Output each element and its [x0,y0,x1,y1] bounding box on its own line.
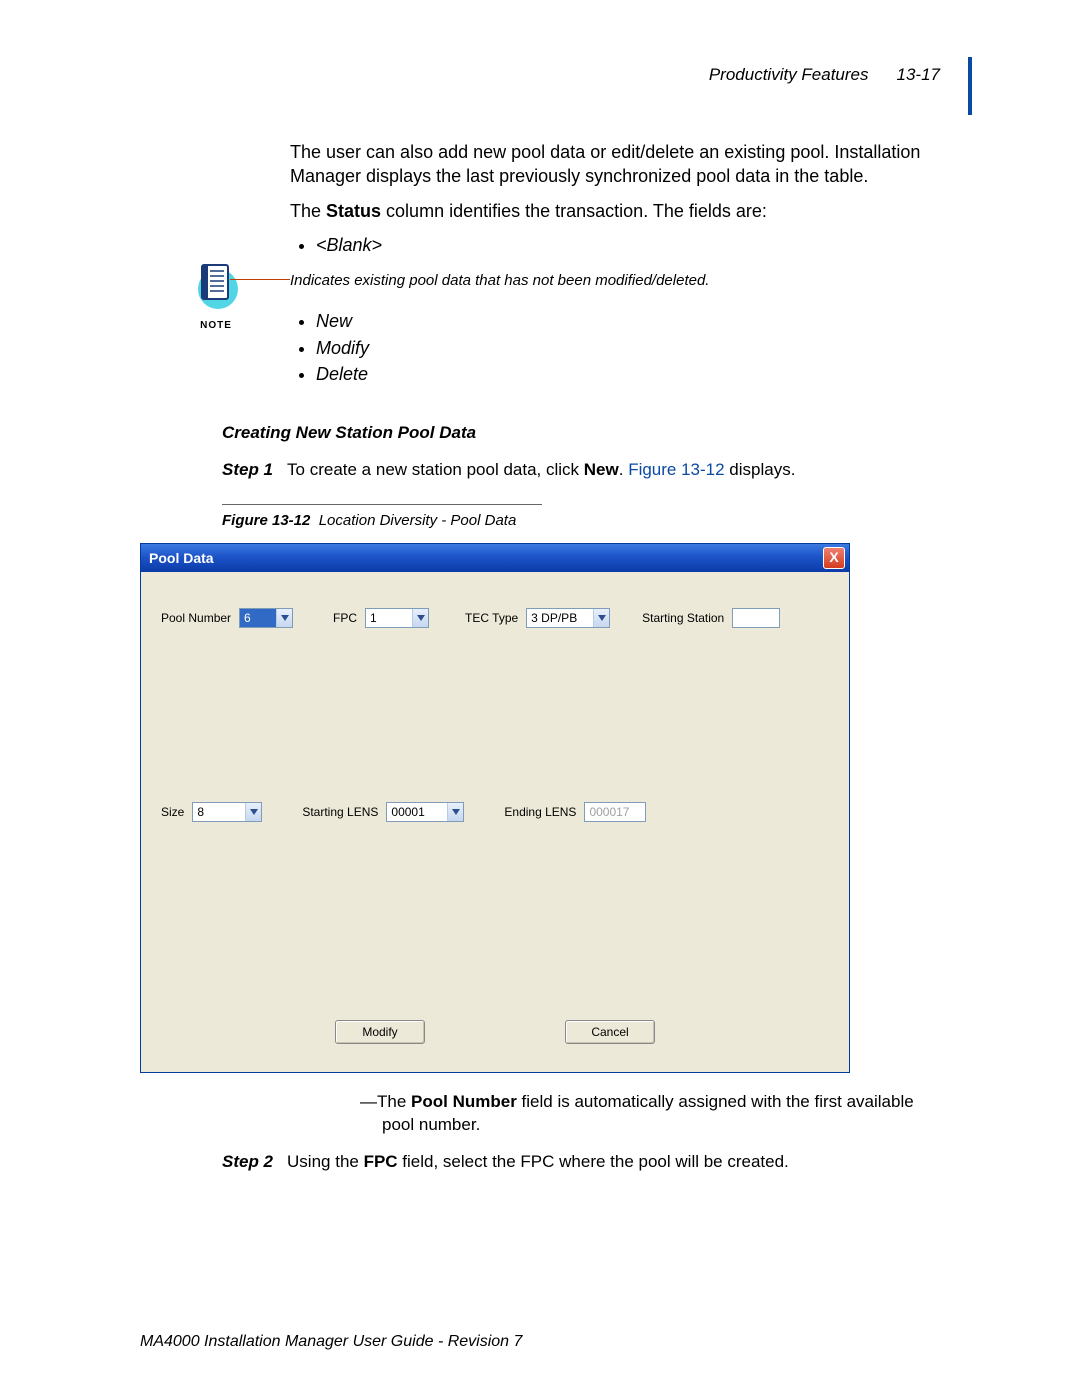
ending-lens-label: Ending LENS [504,804,576,820]
fpc-combo[interactable]: 1 [365,608,429,628]
pool-number-value: 6 [240,609,276,627]
tec-type-value: 3 DP/PB [527,609,593,627]
header-page-number: 13-17 [897,65,940,85]
size-label: Size [161,804,184,820]
ending-lens-value: 000017 [589,805,629,819]
tec-type-label: TEC Type [465,610,518,626]
header-section: Productivity Features [709,65,869,85]
starting-lens-label: Starting LENS [302,804,378,820]
modify-button[interactable]: Modify [335,1020,425,1044]
fpc-label: FPC [333,610,357,626]
starting-station-input[interactable] [732,608,780,628]
step-2-label: Step 2 [222,1151,273,1174]
bullet-modify: Modify [316,336,930,360]
bullet-new: New [316,309,930,333]
notepad-icon [192,259,240,311]
note-block: NOTE Indicates existing pool data that h… [290,271,930,291]
header-accent-rule [968,57,972,115]
size-value: 8 [193,803,245,821]
note-rule [230,279,290,280]
status-bullets-rest: New Modify Delete [316,309,930,386]
bullet-blank: <Blank> [316,233,930,257]
starting-station-label: Starting Station [642,610,724,626]
ending-lens-input: 000017 [584,802,646,822]
chevron-down-icon[interactable] [593,609,609,627]
tec-type-combo[interactable]: 3 DP/PB [526,608,610,628]
figure-caption: Figure 13-12 Location Diversity - Pool D… [222,511,930,531]
intro-paragraph-2: The Status column identifies the transac… [290,199,930,223]
close-icon: X [829,549,838,565]
cancel-button[interactable]: Cancel [565,1020,655,1044]
figure-rule [222,504,542,505]
chevron-down-icon[interactable] [412,609,428,627]
note-text: Indicates existing pool data that has no… [290,271,930,291]
step-2-body: Using the FPC field, select the FPC wher… [287,1151,930,1174]
bullet-delete: Delete [316,362,930,386]
note-icon: NOTE [166,259,266,333]
page-header: Productivity Features 13-17 [709,65,940,85]
section-heading: Creating New Station Pool Data [222,422,930,445]
status-bullets-top: <Blank> [316,233,930,257]
dialog-title: Pool Data [149,549,214,568]
step-2: Step 2 Using the FPC field, select the F… [222,1151,930,1174]
step-1-body: To create a new station pool data, click… [287,459,930,482]
starting-lens-combo[interactable]: 00001 [386,802,464,822]
note-label: NOTE [166,319,266,333]
pool-number-label: Pool Number [161,610,231,626]
page-footer: MA4000 Installation Manager User Guide -… [140,1333,522,1351]
fpc-value: 1 [366,609,412,627]
dialog-body: Pool Number 6 FPC 1 TEC Type [141,572,849,1072]
pool-number-note: —The Pool Number field is automatically … [382,1091,930,1137]
size-combo[interactable]: 8 [192,802,262,822]
step-1: Step 1 To create a new station pool data… [222,459,930,482]
pool-data-dialog: Pool Data X Pool Number 6 FPC [140,543,850,1073]
figure-title: Location Diversity - Pool Data [319,512,517,529]
starting-lens-value: 00001 [387,803,447,821]
figure-number: Figure 13-12 [222,512,310,529]
intro-paragraph-1: The user can also add new pool data or e… [290,140,930,189]
step-1-label: Step 1 [222,459,273,482]
close-button[interactable]: X [823,547,845,569]
pool-number-combo[interactable]: 6 [239,608,293,628]
figure-link[interactable]: Figure 13-12 [628,460,724,479]
dialog-titlebar: Pool Data X [141,544,849,572]
chevron-down-icon[interactable] [276,609,292,627]
chevron-down-icon[interactable] [245,803,261,821]
chevron-down-icon[interactable] [447,803,463,821]
